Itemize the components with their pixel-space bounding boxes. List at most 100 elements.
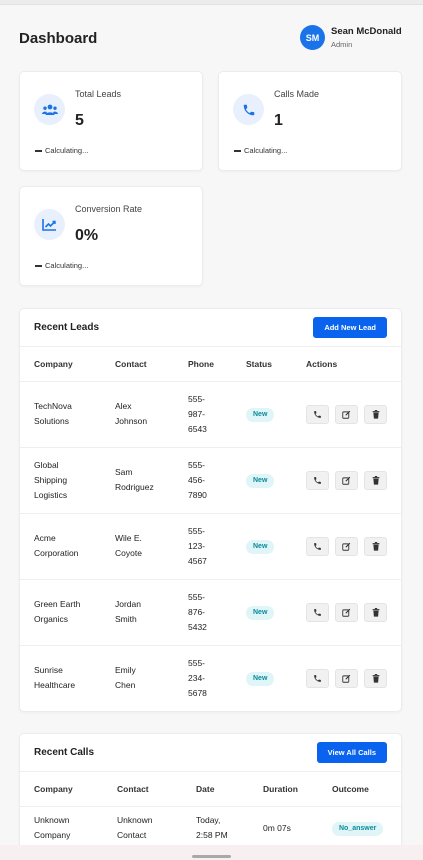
delete-button[interactable]: [364, 602, 387, 622]
call-button[interactable]: [306, 602, 329, 622]
stat-trend: Calculating...: [35, 146, 88, 155]
date-cell: Today, 2:58 PM: [182, 806, 249, 851]
phone-icon: [233, 94, 264, 125]
recent-calls-header: Recent Calls View All Calls: [20, 734, 401, 772]
column-header: Status: [232, 347, 292, 382]
phone-icon: [313, 410, 322, 419]
table-row[interactable]: Global Shipping Logistics Sam Rodriguez 555- 4…: [20, 447, 401, 514]
edit-button[interactable]: [335, 536, 358, 556]
status-cell: New: [232, 645, 292, 711]
stat-trend-text: Calculating...: [45, 146, 89, 155]
column-header: Actions: [292, 347, 401, 382]
view-all-calls-button[interactable]: View All Calls: [316, 742, 387, 763]
call-button[interactable]: [306, 536, 329, 556]
stat-value: 1: [274, 112, 283, 129]
trash-icon: [372, 607, 380, 617]
cell-line: Johnson: [115, 416, 148, 426]
cell-line: 555-: [188, 459, 206, 470]
status-cell: New: [232, 513, 292, 580]
edit-button[interactable]: [335, 668, 358, 688]
cell-line: Sunrise: [34, 665, 63, 675]
cell-line: Today,: [196, 815, 221, 825]
cell-line: 5432: [188, 621, 207, 632]
phone-icon: [313, 674, 322, 683]
user-role: Admin: [331, 39, 353, 49]
top-strip: [0, 0, 423, 5]
stat-label: Total Leads: [75, 89, 122, 99]
cell-line: Alex: [115, 401, 132, 411]
contact-cell: Emily Chen: [101, 645, 174, 711]
call-button[interactable]: [306, 668, 329, 688]
table-row[interactable]: TechNova Solutions Alex Johnson 555- 987- 6543…: [20, 381, 401, 448]
dash-icon: [234, 149, 241, 152]
cell-line: Chen: [115, 680, 136, 690]
table-row[interactable]: Acme Corporation Wile E. Coyote 555- 123- 4567…: [20, 513, 401, 580]
trash-icon: [372, 541, 380, 551]
cell-line: 123-: [188, 540, 206, 551]
cell-line: 555-: [188, 591, 206, 602]
chart-line-icon: [34, 209, 65, 240]
trash-icon: [372, 475, 380, 485]
stat-label: Calls Made: [274, 89, 320, 99]
recent-calls-title: Recent Calls: [34, 747, 95, 758]
page-title: Dashboard: [19, 30, 98, 47]
call-button[interactable]: [306, 470, 329, 490]
avatar[interactable]: SM: [300, 25, 325, 50]
duration-cell: 0m 07s: [249, 806, 318, 851]
status-badge: New: [246, 540, 275, 554]
stat-trend: Calculating...: [35, 261, 88, 270]
cell-line: Company: [34, 830, 71, 840]
stat-card-total-leads: Total Leads 5 Calculating...: [19, 71, 203, 171]
table-row[interactable]: Unknown Company Unknown Contact Today, 2:58 P…: [20, 806, 401, 851]
column-header: Company: [20, 347, 101, 382]
add-new-lead-button[interactable]: Add New Lead: [313, 317, 387, 338]
trash-icon: [372, 409, 380, 419]
cell-line: Jordan: [115, 599, 141, 609]
cell-line: 6543: [188, 423, 207, 434]
delete-button[interactable]: [364, 536, 387, 556]
cell-line: 555-: [188, 393, 206, 404]
cell-line: Smith: [115, 614, 137, 624]
cell-line: TechNova: [34, 401, 72, 411]
company-cell: Unknown Company: [20, 806, 103, 851]
company-cell: Green Earth Organics: [20, 579, 101, 646]
company-cell: Acme Corporation: [20, 513, 101, 580]
column-header: Contact: [103, 772, 182, 807]
contact-cell: Sam Rodriguez: [101, 447, 174, 514]
cell-line: 234-: [188, 672, 206, 683]
contact-cell: Wile E. Coyote: [101, 513, 174, 580]
cell-line: Wile E.: [115, 533, 142, 543]
table-row[interactable]: Sunrise Healthcare Emily Chen 555- 234- 5678 Ne…: [20, 645, 401, 711]
cell-line: Sam: [115, 467, 133, 477]
actions-cell: [292, 513, 401, 580]
edit-icon: [342, 476, 351, 485]
status-badge: New: [246, 408, 275, 422]
user-profile[interactable]: SM Sean McDonald Admin: [300, 25, 402, 50]
status-cell: New: [232, 447, 292, 514]
edit-icon: [342, 674, 351, 683]
delete-button[interactable]: [364, 470, 387, 490]
dash-icon: [35, 149, 42, 152]
cell-line: Contact: [117, 830, 147, 840]
stat-value: 5: [75, 112, 84, 129]
company-cell: Global Shipping Logistics: [20, 447, 101, 514]
company-cell: Sunrise Healthcare: [20, 645, 101, 711]
edit-icon: [342, 410, 351, 419]
call-button[interactable]: [306, 404, 329, 424]
trash-icon: [372, 673, 380, 683]
edit-button[interactable]: [335, 602, 358, 622]
status-badge: New: [246, 672, 275, 686]
table-row[interactable]: Green Earth Organics Jordan Smith 555- 876- 54…: [20, 579, 401, 646]
edit-button[interactable]: [335, 404, 358, 424]
delete-button[interactable]: [364, 668, 387, 688]
home-indicator[interactable]: [192, 855, 231, 858]
cell-line: 555-: [188, 657, 206, 668]
cell-line: 4567: [188, 555, 207, 566]
cell-line: Corporation: [34, 548, 79, 558]
edit-button[interactable]: [335, 470, 358, 490]
recent-leads-panel: Recent Leads Add New Lead Company Contac…: [19, 308, 402, 712]
delete-button[interactable]: [364, 404, 387, 424]
phone-cell: 555- 234- 5678: [174, 645, 232, 711]
status-cell: New: [232, 579, 292, 646]
actions-cell: [292, 381, 401, 448]
